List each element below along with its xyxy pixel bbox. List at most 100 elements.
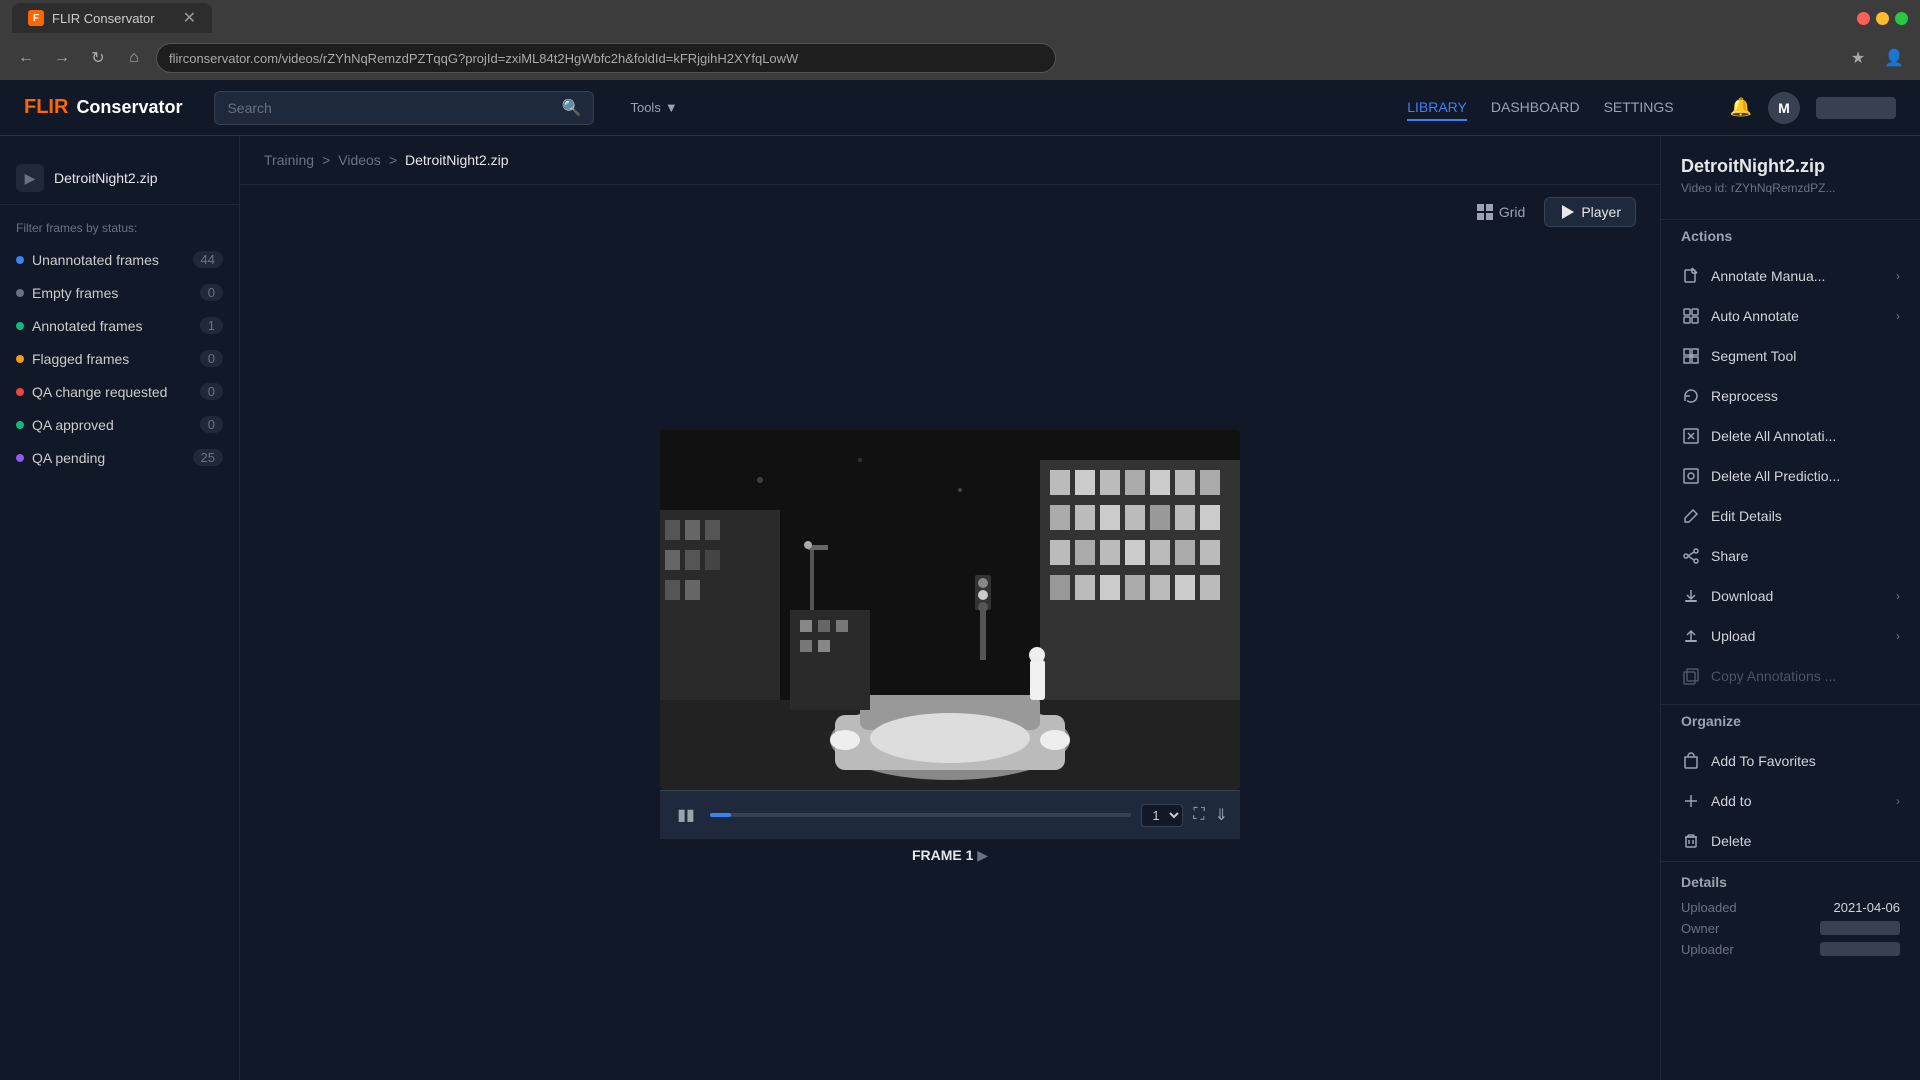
tools-label: Tools: [630, 100, 660, 115]
add-to-label: Add to: [1711, 793, 1751, 809]
breadcrumb: Training > Videos > DetroitNight2.zip: [240, 136, 1660, 185]
window-close-button[interactable]: [1857, 12, 1870, 25]
filter-flagged[interactable]: Flagged frames 0: [0, 342, 239, 375]
breadcrumb-training[interactable]: Training: [264, 152, 314, 168]
action-reprocess[interactable]: Reprocess: [1661, 376, 1920, 416]
action-annotate[interactable]: Annotate Manua... ›: [1661, 256, 1920, 296]
video-display: [660, 430, 1240, 790]
progress-fill: [710, 813, 731, 817]
annotate-label: Annotate Manua...: [1711, 268, 1825, 284]
nav-link-settings[interactable]: SETTINGS: [1604, 95, 1674, 121]
delete-icon: [1681, 831, 1701, 851]
detail-uploaded-key: Uploaded: [1681, 900, 1737, 915]
user-name-redacted: [1816, 97, 1896, 119]
window-maximize-button[interactable]: [1895, 12, 1908, 25]
delete-annotations-icon: [1681, 426, 1701, 446]
notifications-icon[interactable]: 🔔: [1730, 97, 1752, 118]
action-add-to[interactable]: Add to ›: [1661, 781, 1920, 821]
filter-qa-approved-label: QA approved: [32, 417, 114, 433]
action-download[interactable]: Download ›: [1661, 576, 1920, 616]
rp-subtitle: Video id: rZYhNqRemzdPZ...: [1661, 181, 1920, 211]
search-bar[interactable]: 🔍: [214, 91, 594, 125]
profile-button[interactable]: 👤: [1880, 44, 1908, 72]
fullscreen-button[interactable]: ⛶: [1193, 806, 1204, 824]
copy-annotations-icon: [1681, 666, 1701, 686]
filter-qa-pending[interactable]: QA pending 25: [0, 441, 239, 474]
action-delete[interactable]: Delete: [1661, 821, 1920, 861]
edit-details-label: Edit Details: [1711, 508, 1782, 524]
auto-annotate-label: Auto Annotate: [1711, 308, 1799, 324]
annotate-icon: [1681, 266, 1701, 286]
share-icon: [1681, 546, 1701, 566]
right-panel: DetroitNight2.zip Video id: rZYhNqRemzdP…: [1660, 136, 1920, 1080]
frame-label: FRAME 1 ▶: [912, 839, 988, 871]
video-frame: [660, 430, 1240, 790]
nav-link-dashboard[interactable]: DASHBOARD: [1491, 95, 1580, 121]
detail-uploaded-val: 2021-04-06: [1834, 900, 1901, 915]
player-view-button[interactable]: Player: [1544, 197, 1636, 227]
forward-button[interactable]: →: [48, 44, 76, 72]
detail-owner: Owner: [1681, 921, 1900, 936]
sidebar-video-name: DetroitNight2.zip: [54, 170, 158, 186]
breadcrumb-current: DetroitNight2.zip: [405, 152, 509, 168]
frame-download-button[interactable]: ⇓: [1215, 805, 1228, 825]
auto-annotate-icon: [1681, 306, 1701, 326]
filter-qa-change[interactable]: QA change requested 0: [0, 375, 239, 408]
star-button[interactable]: ★: [1844, 44, 1872, 72]
filter-empty-label: Empty frames: [32, 285, 118, 301]
url-text: flirconservator.com/videos/rZYhNqRemzdPZ…: [169, 51, 798, 66]
filter-unannotated[interactable]: Unannotated frames 44: [0, 243, 239, 276]
delete-predictions-label: Delete All Predictio...: [1711, 468, 1840, 484]
progress-bar[interactable]: [710, 813, 1131, 817]
grid-label: Grid: [1499, 204, 1525, 220]
dot-qa-pending: [16, 454, 24, 462]
window-minimize-button[interactable]: [1876, 12, 1889, 25]
filter-empty[interactable]: Empty frames 0: [0, 276, 239, 309]
filter-qa-approved[interactable]: QA approved 0: [0, 408, 239, 441]
segment-tool-label: Segment Tool: [1711, 348, 1796, 364]
filter-flagged-count: 0: [200, 350, 223, 367]
frame-select[interactable]: 1 2 3: [1141, 804, 1183, 827]
action-share[interactable]: Share: [1661, 536, 1920, 576]
view-controls: Grid Player: [240, 185, 1660, 239]
detail-uploader-val: [1820, 942, 1900, 956]
detail-owner-key: Owner: [1681, 921, 1719, 936]
action-delete-predictions[interactable]: Delete All Predictio...: [1661, 456, 1920, 496]
pause-button[interactable]: ▮▮: [672, 801, 700, 829]
home-button[interactable]: ⌂: [120, 44, 148, 72]
tab-close-button[interactable]: ✕: [183, 8, 196, 28]
action-upload[interactable]: Upload ›: [1661, 616, 1920, 656]
share-label: Share: [1711, 548, 1748, 564]
upload-label: Upload: [1711, 628, 1755, 644]
refresh-button[interactable]: ↻: [84, 44, 112, 72]
search-input[interactable]: [227, 100, 553, 116]
address-bar[interactable]: flirconservator.com/videos/rZYhNqRemzdPZ…: [156, 43, 1056, 73]
filter-flagged-label: Flagged frames: [32, 351, 129, 367]
dot-annotated: [16, 322, 24, 330]
filter-annotated[interactable]: Annotated frames 1: [0, 309, 239, 342]
back-button[interactable]: ←: [12, 44, 40, 72]
action-add-favorites[interactable]: Add To Favorites: [1661, 741, 1920, 781]
breadcrumb-videos[interactable]: Videos: [338, 152, 381, 168]
upload-icon: [1681, 626, 1701, 646]
action-edit-details[interactable]: Edit Details: [1661, 496, 1920, 536]
sidebar-video-item[interactable]: ▶ DetroitNight2.zip: [0, 152, 239, 205]
breadcrumb-sep-2: >: [389, 152, 397, 168]
dot-empty: [16, 289, 24, 297]
detail-owner-val: [1820, 921, 1900, 935]
avatar[interactable]: M: [1768, 92, 1800, 124]
action-delete-annotations[interactable]: Delete All Annotati...: [1661, 416, 1920, 456]
add-to-icon: [1681, 791, 1701, 811]
browser-tab[interactable]: F FLIR Conservator ✕: [12, 3, 212, 33]
action-segment-tool[interactable]: Segment Tool: [1661, 336, 1920, 376]
nav-link-library[interactable]: LIBRARY: [1407, 95, 1467, 121]
rp-title: DetroitNight2.zip: [1661, 156, 1920, 181]
rp-actions-title: Actions: [1661, 219, 1920, 256]
favorites-icon: [1681, 751, 1701, 771]
action-auto-annotate[interactable]: Auto Annotate ›: [1661, 296, 1920, 336]
tools-button[interactable]: Tools ▼: [630, 100, 677, 115]
grid-view-button[interactable]: Grid: [1462, 197, 1540, 227]
rp-organize-title: Organize: [1661, 704, 1920, 741]
annotate-chevron: ›: [1896, 269, 1900, 283]
logo-flir-text: FLIR: [24, 96, 68, 119]
